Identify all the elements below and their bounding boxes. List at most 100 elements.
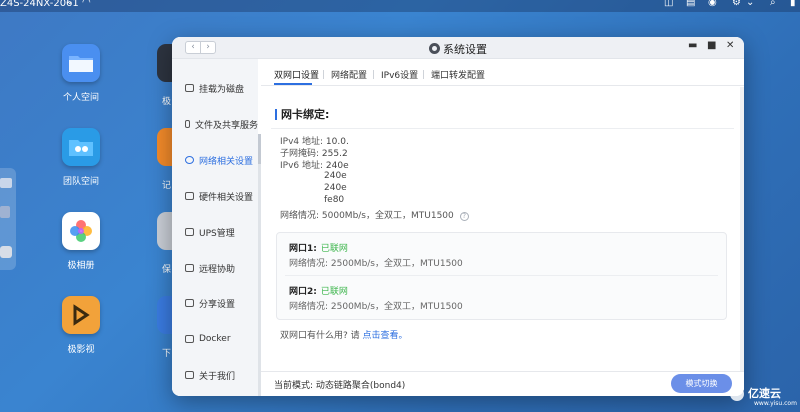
app-label: 团队空间 — [62, 177, 99, 187]
settings-window: ‹ › 系统设置 ▬ ■ ✕ 挂载为磁盘 文件及共享服务 网络相关设置 硬件相关… — [172, 37, 744, 396]
share-icon — [185, 299, 194, 307]
divider — [271, 128, 734, 129]
chevron-down-icon[interactable]: ⌄ — [746, 0, 754, 8]
gear-icon[interactable]: ⚙ — [732, 0, 741, 8]
tab-divider — [373, 70, 374, 79]
more-icon[interactable]: ▮ — [790, 0, 796, 8]
dock-item[interactable] — [0, 178, 12, 188]
settings-sidebar: 挂载为磁盘 文件及共享服务 网络相关设置 硬件相关设置 UPS管理 远程协助 分… — [172, 59, 258, 396]
tab-network-config[interactable]: 网络配置 — [331, 68, 367, 81]
sidebar-item-label: 硬件相关设置 — [199, 192, 254, 203]
docker-icon — [185, 335, 194, 343]
watermark: 亿速云 www.yisu.com — [728, 383, 800, 412]
ipv6-label: IPv6 地址: — [280, 161, 324, 171]
ipv6-value: 240e — [325, 161, 349, 171]
notification-icon[interactable]: ◫ — [664, 0, 673, 8]
tab-divider — [323, 70, 324, 79]
sidebar-item-about[interactable]: 关于我们 — [172, 364, 258, 386]
port-2-header: 网口2: 已联网 — [289, 284, 348, 297]
sidebar-item-share-settings[interactable]: 分享设置 — [172, 292, 258, 314]
folder-icon — [185, 120, 190, 128]
tab-port-forward[interactable]: 端口转发配置 — [431, 68, 485, 81]
watermark-logo-icon — [730, 387, 744, 401]
help-icon[interactable]: ? — [459, 212, 469, 221]
port-name: 网口2: — [289, 287, 317, 297]
ipv6-row: IPv6 地址: 240e — [280, 158, 349, 171]
dock-item[interactable] — [0, 206, 10, 218]
content-scrollbar[interactable] — [740, 87, 744, 371]
sidebar-item-label: 关于我们 — [199, 371, 236, 382]
sidebar-item-label: 网络相关设置 — [199, 156, 254, 167]
sidebar-item-network[interactable]: 网络相关设置 — [172, 149, 258, 171]
desktop-app-photos[interactable]: 极相册 — [46, 212, 116, 271]
sidebar-item-label: Docker — [199, 334, 231, 344]
folder-icon — [62, 44, 100, 82]
port-status: 已联网 — [320, 287, 348, 297]
window-titlebar[interactable]: ‹ › 系统设置 ▬ ■ ✕ — [172, 37, 744, 59]
port-1-header: 网口1: 已联网 — [289, 241, 348, 254]
battery-icon — [185, 228, 194, 236]
ipv6-value: fe80 — [324, 195, 345, 205]
sidebar-item-label: 分享设置 — [199, 299, 236, 310]
dock-item[interactable] — [0, 246, 12, 258]
section-title: 网卡绑定: — [275, 109, 329, 120]
sidebar-item-label: 挂载为磁盘 — [199, 84, 245, 95]
mode-switch-button[interactable]: 模式切换 — [671, 374, 732, 393]
settings-footer: 当前模式: 动态链路聚合(bond4) 模式切换 — [261, 371, 744, 396]
sidebar-item-ups[interactable]: UPS管理 — [172, 221, 258, 243]
desktop-app-video[interactable]: 极影视 — [46, 296, 116, 355]
close-button[interactable]: ✕ — [726, 40, 734, 51]
app-label: 下 — [162, 349, 172, 359]
sidebar-item-hardware[interactable]: 硬件相关设置 — [172, 185, 258, 207]
sidebar-item-label: 远程协助 — [199, 264, 236, 275]
side-dock — [0, 168, 16, 270]
desktop-top-bar: Z4S-24NX-2061 ⌄ ◠ ◫ ▤ ◉ ⚙ ⌄ ⌕ ▮ — [0, 0, 800, 12]
minimize-button[interactable]: ▬ — [688, 40, 697, 51]
bond-network-status: 网络情况: 5000Mb/s，全双工，MTU1500? — [280, 208, 469, 221]
tab-dual-port[interactable]: 双网口设置 — [274, 68, 319, 81]
video-icon — [62, 296, 100, 334]
watermark-url: www.yisu.com — [754, 400, 797, 407]
dual-port-hint: 双网口有什么用? 请 点击查看。 — [280, 328, 408, 341]
active-tab-indicator — [274, 83, 312, 85]
sidebar-item-mount-disk[interactable]: 挂载为磁盘 — [172, 77, 258, 99]
app-label: 记 — [162, 181, 172, 191]
divider — [285, 275, 718, 276]
window-title-text: 系统设置 — [443, 43, 487, 56]
team-folder-icon — [62, 128, 100, 166]
view-details-link[interactable]: 点击查看。 — [363, 331, 408, 341]
ports-card: 网口1: 已联网 网络情况: 2500Mb/s，全双工，MTU1500 网口2: 已… — [276, 232, 727, 320]
remote-icon — [185, 264, 194, 272]
maximize-button[interactable]: ■ — [707, 40, 716, 51]
user-icon[interactable]: ◉ — [708, 0, 717, 8]
watermark-text: 亿速云 — [748, 387, 781, 400]
port-status: 已联网 — [320, 244, 348, 254]
desktop-app-personal-space[interactable]: 个人空间 — [46, 44, 116, 103]
port-name: 网口1: — [289, 244, 317, 254]
settings-content: 网卡绑定: IPv4 地址: 10.0. 子网掩码: 255.2 IPv6 地址… — [261, 87, 744, 371]
sidebar-item-docker[interactable]: Docker — [172, 328, 258, 350]
window-title: 系统设置 — [172, 41, 744, 57]
ipv6-value: 240e — [324, 171, 347, 181]
app-label: 极相册 — [67, 261, 95, 271]
sidebar-item-label: 文件及共享服务 — [194, 120, 258, 131]
hint-text: 双网口有什么用? 请 — [280, 331, 360, 341]
bond-network-status-text: 网络情况: 5000Mb/s，全双工，MTU1500 — [280, 211, 454, 221]
chevron-down-icon[interactable]: ⌄ — [66, 0, 74, 7]
wifi-icon: ◠ — [82, 0, 91, 8]
sidebar-item-file-share[interactable]: 文件及共享服务 — [172, 113, 258, 135]
tab-ipv6[interactable]: IPv6设置 — [381, 68, 418, 81]
hardware-icon — [185, 192, 194, 200]
photos-icon — [62, 212, 100, 250]
port-1-info: 网络情况: 2500Mb/s，全双工，MTU1500 — [289, 259, 463, 269]
desktop-app-team-space[interactable]: 团队空间 — [46, 128, 116, 187]
settings-tabs: 双网口设置 网络配置 IPv6设置 端口转发配置 — [261, 59, 744, 86]
current-mode: 当前模式: 动态链路聚合(bond4) — [274, 381, 406, 391]
app-label: 极 — [162, 97, 172, 107]
tab-divider — [423, 70, 424, 79]
sidebar-item-label: UPS管理 — [199, 228, 235, 239]
transfer-icon[interactable]: ▤ — [686, 0, 695, 8]
sidebar-item-remote-assist[interactable]: 远程协助 — [172, 257, 258, 279]
app-label: 保 — [162, 265, 172, 275]
search-icon[interactable]: ⌕ — [770, 0, 776, 8]
